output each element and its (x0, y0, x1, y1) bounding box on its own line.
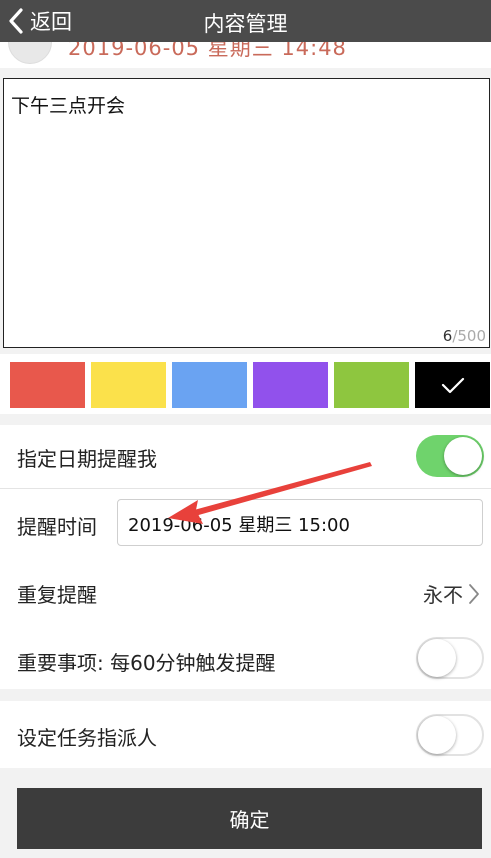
character-counter: 6/500 (443, 327, 486, 345)
important-item-toggle[interactable] (416, 637, 484, 679)
color-swatch-yellow[interactable] (91, 362, 166, 408)
color-swatch-green[interactable] (334, 362, 409, 408)
toggle-knob (444, 437, 482, 475)
assignee-toggle[interactable] (416, 714, 484, 756)
remind-time-label: 提醒时间 (17, 515, 97, 539)
character-max: /500 (452, 327, 486, 345)
content-text: 下午三点开会 (11, 95, 126, 117)
content-textarea[interactable]: 下午三点开会 6/500 (3, 78, 490, 348)
confirm-button[interactable]: 确定 (17, 788, 482, 849)
important-item-label: 重要事项: 每60分钟触发提醒 (17, 651, 276, 675)
repeat-reminder-value: 永不 (423, 583, 463, 607)
assignee-label: 设定任务指派人 (17, 726, 157, 750)
navigation-bar: 返回 内容管理 (0, 0, 491, 42)
remind-time-value: 2019-06-05 星期三 15:00 (128, 515, 350, 536)
page-title: 内容管理 (203, 12, 288, 36)
chevron-right-icon (469, 583, 479, 604)
color-swatch-red[interactable] (10, 362, 85, 408)
color-swatch-blue[interactable] (172, 362, 247, 408)
checkmark-icon (441, 377, 465, 394)
character-count: 6 (442, 327, 453, 345)
toggle-knob (418, 716, 456, 754)
color-picker (0, 354, 491, 414)
toggle-knob (418, 639, 456, 677)
date-reminder-label: 指定日期提醒我 (17, 447, 157, 471)
date-reminder-toggle[interactable] (416, 435, 484, 477)
color-swatch-black[interactable] (415, 362, 490, 408)
remind-time-input[interactable]: 2019-06-05 星期三 15:00 (117, 499, 483, 546)
repeat-reminder-selector[interactable]: 永不 (423, 579, 481, 608)
repeat-reminder-label: 重复提醒 (17, 583, 97, 607)
color-swatch-purple[interactable] (253, 362, 328, 408)
